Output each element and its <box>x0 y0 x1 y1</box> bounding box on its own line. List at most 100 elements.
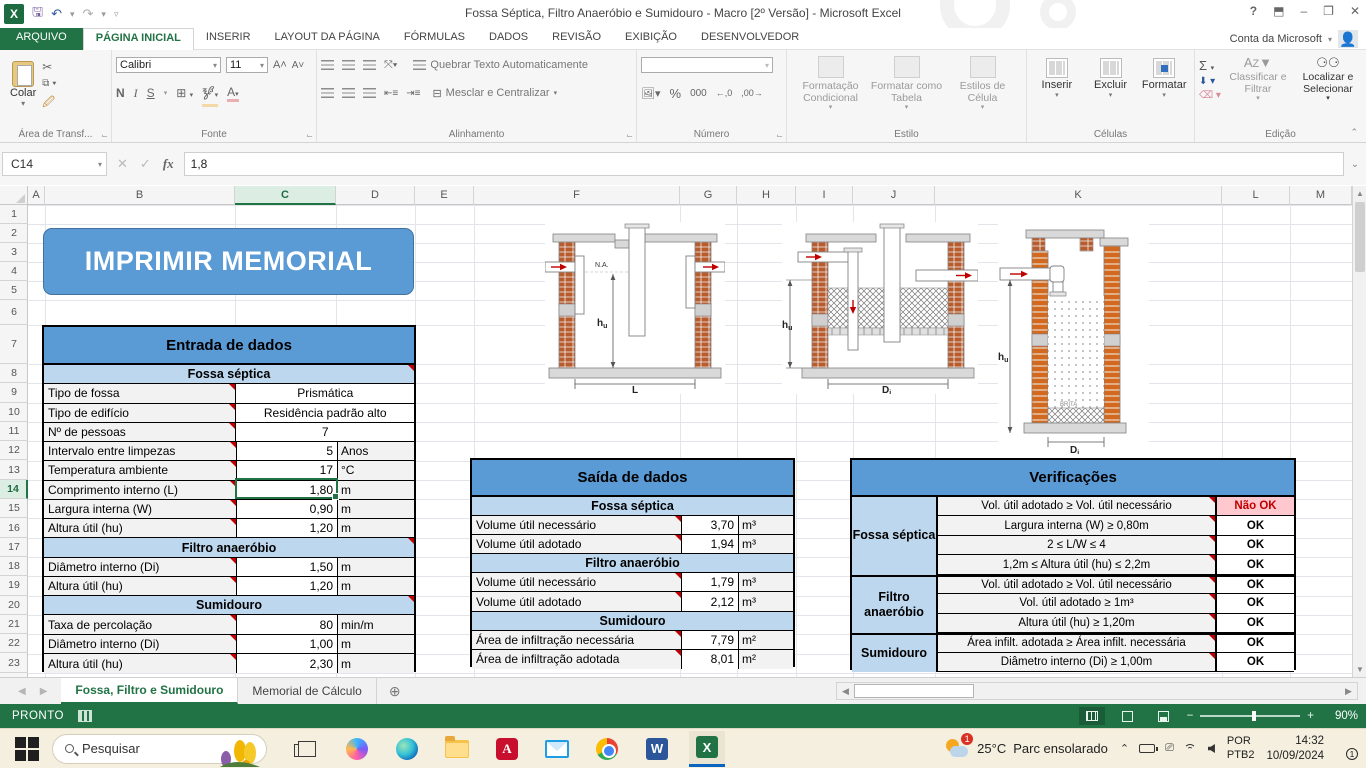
align-left-icon[interactable] <box>321 88 334 98</box>
ribbon-tab-página-inicial[interactable]: PÁGINA INICIAL <box>82 28 194 50</box>
bold-button[interactable]: N <box>116 86 125 100</box>
merge-center-button[interactable]: ⊟ Mesclar e Centralizar ▾ <box>432 87 557 100</box>
row-header-15[interactable]: 15 <box>0 499 28 519</box>
saida-label[interactable]: Área de infiltração adotada <box>472 649 682 669</box>
entrada-value[interactable]: 1,00 <box>237 634 338 653</box>
verif-status-ok[interactable]: OK <box>1217 576 1294 594</box>
number-format-select[interactable]: ▾ <box>641 57 773 73</box>
verif-criterion[interactable]: Vol. útil adotado ≥ Vol. útil necessário <box>938 497 1217 516</box>
chrome-button[interactable] <box>589 731 625 767</box>
saida-label[interactable]: Volume útil adotado <box>472 592 682 611</box>
row-header-14[interactable]: 14 <box>0 479 28 500</box>
verif-criterion[interactable]: Área infilt. adotada ≥ Área infilt. nece… <box>938 635 1217 652</box>
entrada-label[interactable]: Taxa de percolação <box>44 615 237 634</box>
normal-view-button[interactable] <box>1078 707 1105 725</box>
excel-button[interactable]: X <box>689 730 725 767</box>
copy-icon[interactable]: ⧉ ▾ <box>42 78 56 89</box>
row-header-16[interactable]: 16 <box>0 518 28 538</box>
entrada-label[interactable]: Tipo de edifício <box>44 403 237 422</box>
entrada-section-fossa-séptica[interactable]: Fossa séptica <box>44 365 414 385</box>
font-size-select[interactable]: 11 ▾ <box>226 57 268 73</box>
select-all-button[interactable] <box>0 186 28 205</box>
number-dialog-launcher-icon[interactable]: ⌙ <box>776 131 783 140</box>
page-break-view-button[interactable] <box>1151 707 1177 725</box>
row-header-17[interactable]: 17 <box>0 538 28 557</box>
expand-formula-bar-icon[interactable]: ⌄ <box>1344 159 1366 170</box>
name-box[interactable]: C14 ▾ <box>2 152 107 176</box>
task-view-button[interactable] <box>289 731 325 767</box>
verif-status-ok[interactable]: OK <box>1217 535 1294 555</box>
volume-icon[interactable] <box>1207 744 1215 753</box>
entrada-unit[interactable]: m <box>338 499 414 519</box>
row-header-1[interactable]: 1 <box>0 205 28 224</box>
horizontal-scrollbar[interactable]: ◀ ▶ <box>836 682 1358 700</box>
entrada-value[interactable]: 1,20 <box>237 519 338 538</box>
row-header-9[interactable]: 9 <box>0 383 28 403</box>
verif-criterion[interactable]: Diâmetro interno (Di) ≥ 1,00m <box>938 652 1217 671</box>
comma-style-icon[interactable]: 000 <box>690 88 707 99</box>
column-header-G[interactable]: G <box>680 186 737 205</box>
start-button[interactable] <box>14 736 40 762</box>
cut-icon[interactable]: ✂ <box>42 60 56 74</box>
font-dialog-launcher-icon[interactable]: ⌙ <box>306 131 313 140</box>
add-sheet-icon[interactable]: ⊕ <box>377 678 413 704</box>
zoom-slider[interactable]: − + <box>1187 710 1314 722</box>
column-header-B[interactable]: B <box>45 186 235 205</box>
verif-status-ok[interactable]: OK <box>1217 594 1294 613</box>
saida-label[interactable]: Área de infiltração necessária <box>472 630 682 649</box>
sheet-tab-fossa[interactable]: Fossa, Filtro e Sumidouro <box>61 678 239 704</box>
ribbon-options-icon[interactable]: ⬒ <box>1273 4 1284 18</box>
entrada-label[interactable]: Tipo de fossa <box>44 384 237 403</box>
italic-button[interactable]: I <box>134 86 138 101</box>
entrada-label[interactable]: Altura útil (hu) <box>44 519 237 538</box>
saida-section-filtro-anaeróbio[interactable]: Filtro anaeróbio <box>472 554 793 574</box>
ribbon-tab-arquivo[interactable]: ARQUIVO <box>0 28 83 50</box>
row-header-5[interactable]: 5 <box>0 281 28 300</box>
entrada-label[interactable]: Altura útil (hu) <box>44 576 237 596</box>
format-as-table-button[interactable]: Formatar como Tabela ▾ <box>871 56 943 112</box>
battery-icon[interactable] <box>1139 744 1159 753</box>
notification-center-button[interactable]: 1 <box>1336 740 1358 760</box>
entrada-value[interactable]: 80 <box>237 615 338 634</box>
insert-function-icon[interactable]: fx <box>163 156 174 172</box>
row-header-21[interactable]: 21 <box>0 615 28 635</box>
restore-icon[interactable]: ❐ <box>1323 4 1334 18</box>
row-header-7[interactable]: 7 <box>0 325 28 364</box>
borders-icon[interactable]: ⊞ ▾ <box>176 86 193 100</box>
entrada-value[interactable]: 5 <box>237 442 338 461</box>
entrada-unit[interactable]: m <box>338 653 414 674</box>
decrease-decimal-icon[interactable]: ,00→ <box>741 88 763 98</box>
page-layout-view-button[interactable] <box>1115 707 1141 725</box>
zoom-percent[interactable]: 90% <box>1324 710 1358 722</box>
column-header-L[interactable]: L <box>1222 186 1290 205</box>
imprimir-memorial-button[interactable]: IMPRIMIR MEMORIAL <box>43 228 414 295</box>
align-top-icon[interactable] <box>321 60 334 70</box>
verif-status-ok[interactable]: OK <box>1217 555 1294 574</box>
row-header-2[interactable]: 2 <box>0 224 28 243</box>
increase-decimal-icon[interactable]: ←,0 <box>716 88 733 98</box>
saida-section-fossa-séptica[interactable]: Fossa séptica <box>472 497 793 517</box>
close-icon[interactable]: ✕ <box>1350 4 1360 18</box>
vertical-scroll-thumb[interactable] <box>1355 202 1365 272</box>
sheet-tab-memorial[interactable]: Memorial de Cálculo <box>238 678 377 704</box>
zoom-handle[interactable] <box>1252 711 1257 721</box>
column-header-A[interactable]: A <box>28 186 45 205</box>
scroll-up-icon[interactable]: ▲ <box>1353 186 1366 201</box>
align-right-icon[interactable] <box>363 88 376 98</box>
verif-group-filtro-anaeróbio[interactable]: Filtro anaeróbio <box>852 574 938 634</box>
entrada-label[interactable]: Diâmetro interno (Di) <box>44 557 237 576</box>
saida-unit[interactable]: m³ <box>739 516 793 535</box>
accounting-format-icon[interactable]: 🖼▾ <box>641 87 661 100</box>
column-header-I[interactable]: I <box>796 186 853 205</box>
column-header-E[interactable]: E <box>415 186 474 205</box>
saida-value[interactable]: 8,01 <box>682 649 739 669</box>
entrada-label[interactable]: Temperatura ambiente <box>44 461 237 480</box>
entrada-unit[interactable]: min/m <box>338 615 414 634</box>
row-header-6[interactable]: 6 <box>0 300 28 325</box>
font-name-select[interactable]: Calibri ▾ <box>116 57 221 73</box>
saida-section-sumidouro[interactable]: Sumidouro <box>472 611 793 631</box>
decrease-indent-icon[interactable]: ⇤≡ <box>384 88 398 99</box>
orientation-icon[interactable]: ⤧▾ <box>384 59 397 72</box>
verif-criterion[interactable]: Vol. útil adotado ≥ Vol. útil necessário <box>938 576 1217 594</box>
entrada-unit[interactable]: m <box>338 634 414 653</box>
